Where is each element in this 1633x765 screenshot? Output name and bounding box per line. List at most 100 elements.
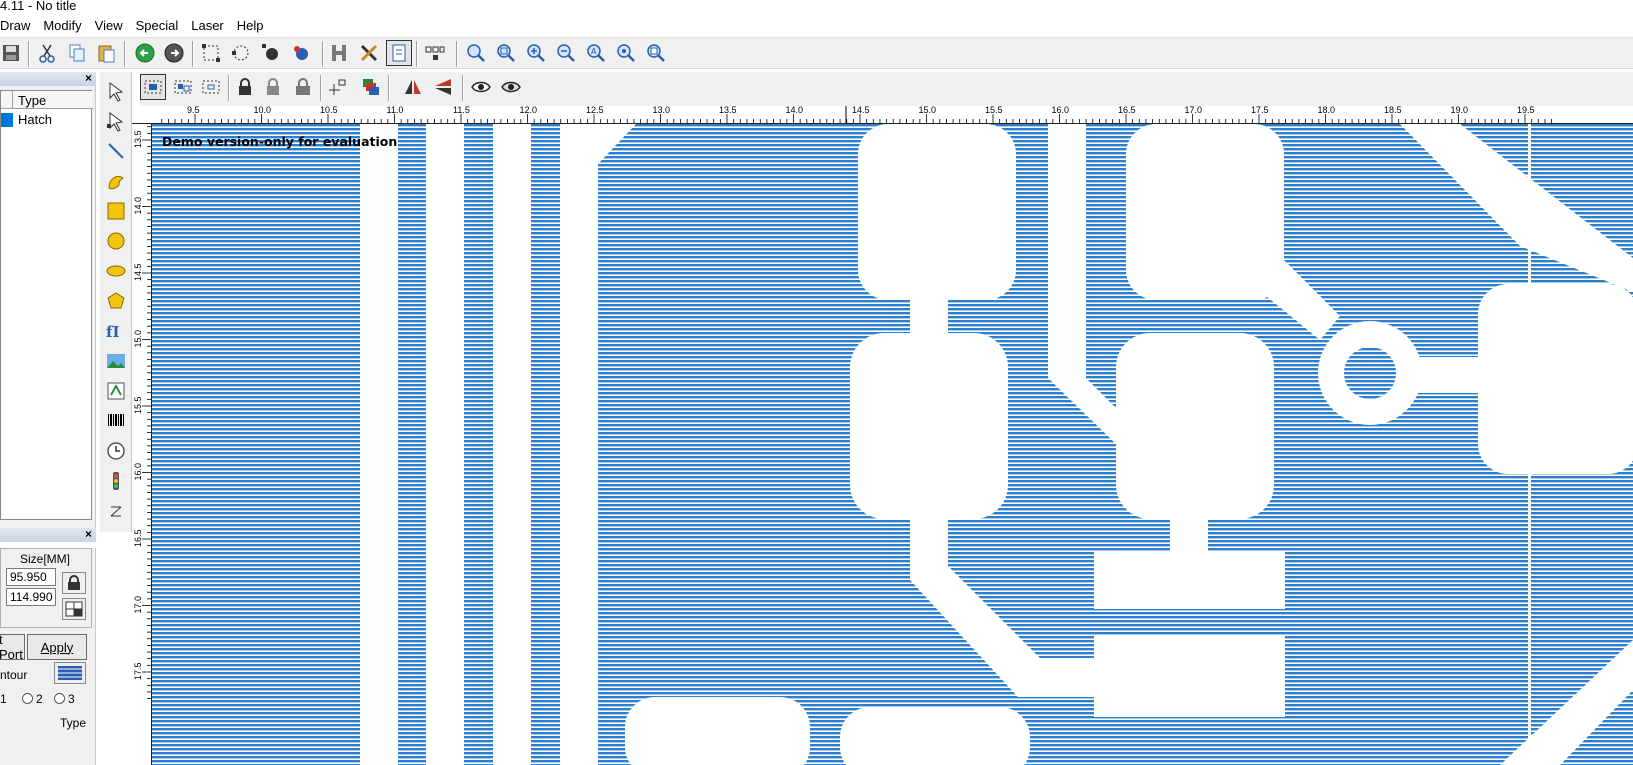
select-all-icon[interactable] [140,74,166,100]
horizontal-ruler: 9.5 10.0 10.5 11.0 11.5 12.0 12.5 13.0 13.5 14.0 1… [132,106,1633,124]
contour-label: ntour [0,668,28,682]
node-color-icon[interactable] [288,40,314,66]
radio-label-2: 2 [36,692,43,706]
unlock-icon[interactable] [260,74,286,100]
mirror-horizontal-icon[interactable] [400,74,426,100]
list-item-type: Hatch [18,112,52,127]
preview-icon[interactable] [468,74,494,100]
hatch-drawing [152,124,1633,765]
menu-help[interactable]: Help [237,16,271,35]
hatch-icon [58,666,82,680]
redo-icon[interactable] [161,40,187,66]
preview-all-icon[interactable] [498,74,524,100]
type-column-header[interactable]: Type [18,93,46,108]
select-group-icon[interactable] [198,74,224,100]
zoom-fit-icon[interactable] [613,40,639,66]
height-field[interactable]: 114.990 [6,588,56,606]
ruler-label: 10.0 [254,106,272,115]
ruler-label: 16.0 [133,463,143,481]
save-icon[interactable] [0,40,24,66]
main-toolbar: A [0,37,1633,69]
zoom-page-icon[interactable] [643,40,669,66]
ruler-label: 13.5 [719,106,737,115]
unlock-all-icon[interactable] [290,74,316,100]
circle-icon[interactable] [104,228,128,254]
delay-icon[interactable] [104,498,128,524]
select-invert-icon[interactable] [170,74,196,100]
ruler-label: 9.5 [187,106,200,115]
clock-icon[interactable] [104,438,128,464]
property-panel-header: × [0,527,96,542]
object-list[interactable]: Type Hatch [0,90,93,520]
type-label: Type [60,716,87,730]
ruler-label: 17.0 [1185,106,1203,115]
zoom-icon[interactable] [463,40,489,66]
radio-3[interactable] [54,693,65,704]
anchor-grid-button[interactable] [62,598,86,620]
menu-modify[interactable]: Modify [43,16,88,35]
menu-draw[interactable]: Draw [0,16,37,35]
io-signal-icon[interactable] [104,468,128,494]
lock-icon[interactable] [232,74,258,100]
polygon-icon[interactable] [104,288,128,314]
object-toolbar [140,72,1633,106]
undo-icon[interactable] [132,40,158,66]
ruler-label: 11.5 [453,106,470,115]
zoom-window-icon[interactable] [493,40,519,66]
close-icon[interactable]: × [85,527,92,541]
zoom-out-icon[interactable] [553,40,579,66]
parameter-icon[interactable] [386,40,412,66]
zoom-in-icon[interactable] [523,40,549,66]
text-tool-icon[interactable]: fI [104,318,128,344]
select-arrow-icon[interactable] [104,78,128,104]
cut-icon[interactable] [34,40,60,66]
apply-button[interactable]: Apply [27,634,87,660]
h-align-icon[interactable] [326,40,352,66]
rectangle-icon[interactable] [104,198,128,224]
hatch-button[interactable] [54,662,86,684]
lock-ratio-button[interactable] [62,572,86,594]
menu-view[interactable]: View [95,16,130,35]
node-select-icon[interactable] [228,40,254,66]
menu-special[interactable]: Special [136,16,186,35]
ruler-label: 11.0 [387,106,404,115]
curve-icon[interactable] [104,168,128,194]
color-swatch [1,113,13,127]
node-arrow-icon[interactable] [104,108,128,134]
ruler-label: 18.0 [1318,106,1336,115]
radio-2[interactable] [22,693,33,704]
bitmap-icon[interactable] [104,348,128,374]
object-list-panel: × Type Hatch [0,71,96,540]
ruler-label: 14.5 [133,263,143,281]
ruler-label: 14.0 [786,106,804,115]
barcode-icon[interactable] [104,408,128,434]
color-order-icon[interactable] [358,74,384,100]
close-icon[interactable]: × [85,71,92,85]
width-field[interactable]: 95.950 [6,568,56,586]
ruler-label: 19.5 [1517,106,1535,115]
origin-icon[interactable] [324,74,350,100]
svg-text:A: A [591,47,597,56]
line-icon[interactable] [104,138,128,164]
tools-icon[interactable] [356,40,382,66]
object-list-icon[interactable] [422,40,448,66]
demo-watermark: Demo version-only for evaluation [162,134,398,149]
drawing-canvas[interactable] [152,124,1633,765]
vector-file-icon[interactable] [104,378,128,404]
list-item[interactable]: Hatch [1,111,93,127]
ellipse-icon[interactable] [104,258,128,284]
node-fill-icon[interactable] [258,40,284,66]
mirror-vertical-icon[interactable] [430,74,456,100]
property-panel: × Size[MM] 95.950 114.990 t Port Apply n… [0,527,96,765]
ruler-label: 16.5 [1118,106,1136,115]
node-edit-icon[interactable] [198,40,224,66]
port-button[interactable]: t Port [0,632,25,662]
paste-icon[interactable] [93,40,119,66]
zoom-all-icon[interactable]: A [583,40,609,66]
ruler-label: 12.5 [586,106,604,115]
copy-icon[interactable] [64,40,90,66]
menu-laser[interactable]: Laser [191,16,231,35]
ruler-label: 18.5 [1384,106,1402,115]
radio-label-1: 1 [0,692,7,706]
ruler-label: 16.0 [1052,106,1070,115]
